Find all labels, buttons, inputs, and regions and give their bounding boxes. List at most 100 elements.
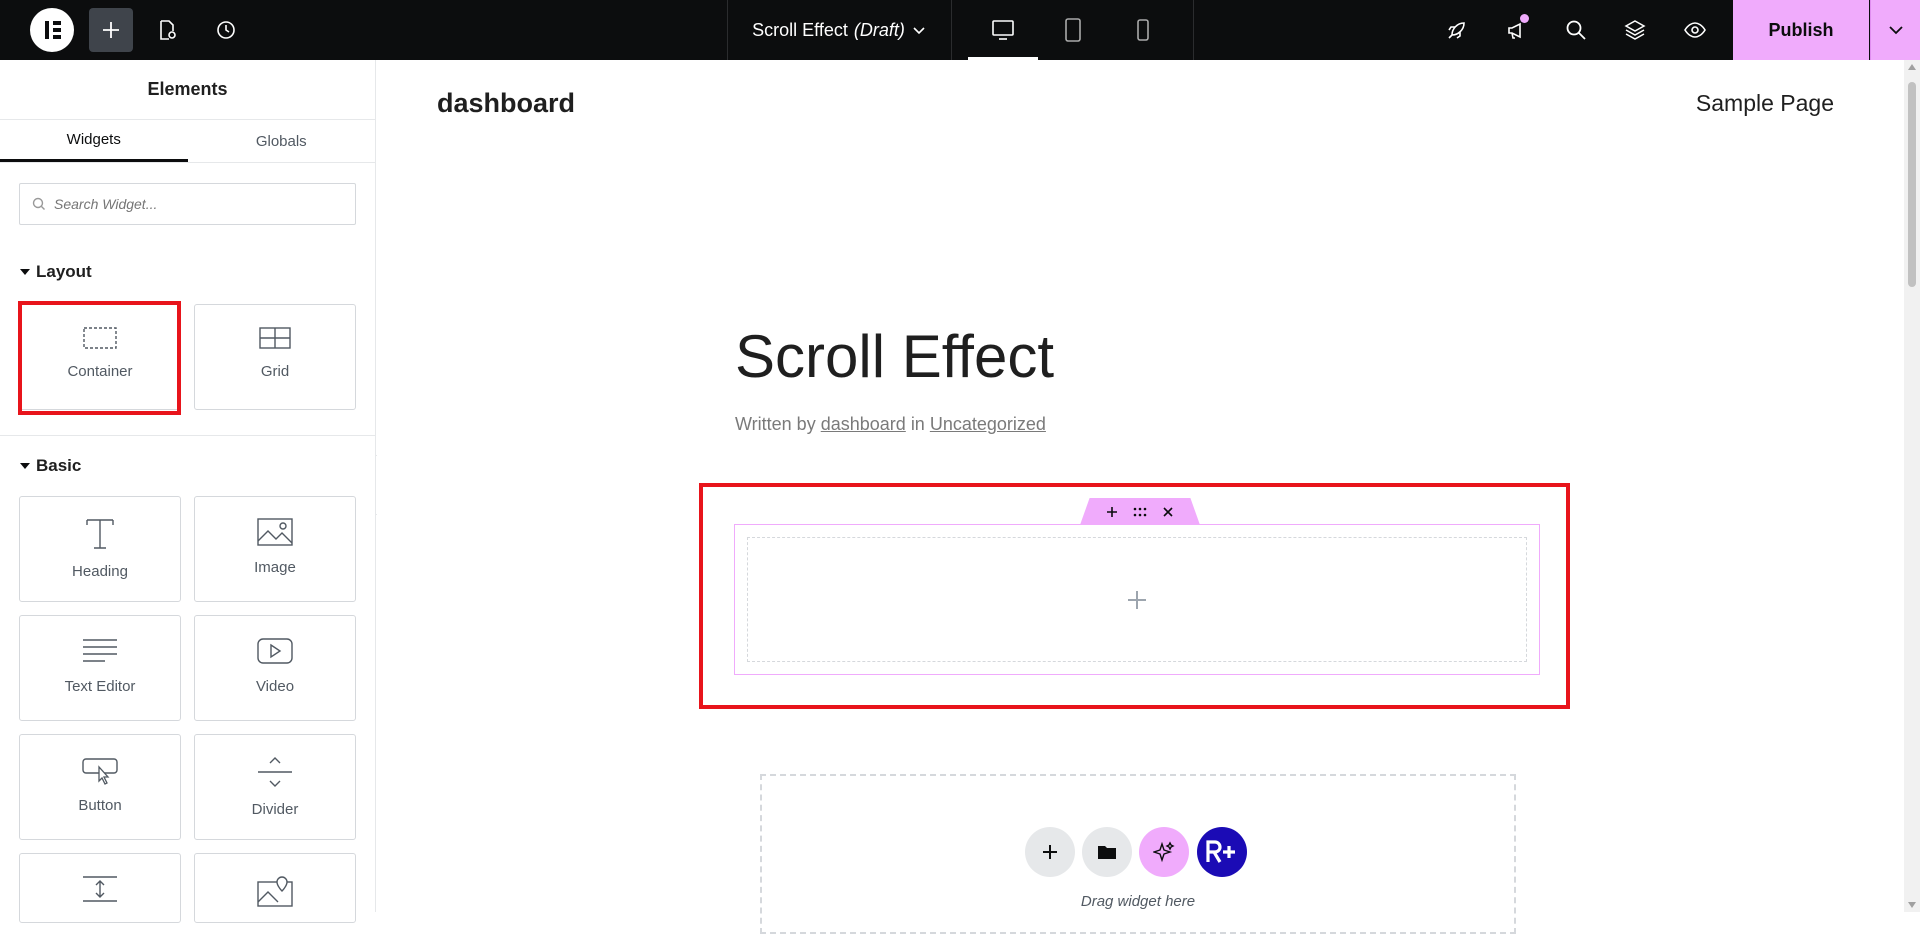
chevron-down-icon: [913, 27, 925, 35]
plus-icon[interactable]: [1126, 589, 1148, 611]
widget-grid[interactable]: Grid: [194, 304, 356, 410]
mobile-device-button[interactable]: [1108, 0, 1178, 60]
section-title: Basic: [36, 456, 82, 475]
page-settings-icon: [160, 20, 176, 40]
eye-icon: [1684, 22, 1706, 38]
desktop-icon: [992, 20, 1014, 40]
publish-options-button[interactable]: [1870, 0, 1920, 60]
elements-panel: Elements Widgets Globals Layout Containe…: [0, 60, 376, 923]
plus-icon: [103, 22, 119, 38]
history-icon: [217, 21, 235, 39]
widget-button[interactable]: Button: [19, 734, 181, 840]
widget-heading[interactable]: Heading: [19, 496, 181, 602]
elementor-logo-icon[interactable]: [30, 8, 74, 52]
widget-search[interactable]: [19, 183, 356, 225]
map-icon: [257, 876, 293, 907]
document-status: (Draft): [853, 19, 905, 40]
section-basic-header[interactable]: Basic: [20, 456, 81, 476]
drag-handle-icon[interactable]: [1132, 507, 1148, 517]
publish-button[interactable]: Publish: [1733, 0, 1869, 60]
widget-text-editor[interactable]: Text Editor: [19, 615, 181, 721]
document-title-dropdown[interactable]: Scroll Effect (Draft): [727, 0, 952, 60]
scroll-up-icon[interactable]: [1908, 64, 1916, 70]
add-section-button[interactable]: [1025, 827, 1075, 877]
category-link[interactable]: Uncategorized: [930, 414, 1046, 434]
widget-label: Text Editor: [64, 678, 136, 695]
post-title: Scroll Effect: [735, 323, 1055, 390]
widget-label: Grid: [260, 363, 290, 380]
close-icon[interactable]: [1162, 506, 1174, 518]
caret-down-icon: [20, 463, 30, 469]
royal-addons-button[interactable]: [1197, 827, 1247, 877]
heading-icon: [86, 519, 114, 549]
add-section-drop-zone[interactable]: [760, 774, 1516, 934]
container-toolbar: [1080, 498, 1200, 525]
empty-container[interactable]: [734, 524, 1540, 675]
panel-tabs: Widgets Globals: [0, 120, 375, 163]
container-highlight: [18, 301, 181, 415]
widget-label: Divider: [251, 801, 299, 818]
desktop-device-button[interactable]: [968, 0, 1038, 60]
folder-icon: [1098, 846, 1116, 859]
widget-google-maps[interactable]: [194, 853, 356, 923]
widget-label: Image: [254, 559, 296, 576]
layers-icon: [1624, 20, 1646, 40]
section-divider: [0, 435, 375, 436]
scroll-down-icon[interactable]: [1908, 902, 1916, 908]
divider-icon: [258, 757, 292, 787]
plus-icon: [1043, 845, 1057, 859]
notification-dot: [1520, 14, 1529, 23]
caret-down-icon: [20, 269, 30, 275]
tab-globals[interactable]: Globals: [188, 120, 376, 162]
post-meta: Written by dashboard in Uncategorized: [735, 414, 1046, 435]
tablet-icon: [1065, 18, 1081, 42]
widget-divider[interactable]: Divider: [194, 734, 356, 840]
author-link[interactable]: dashboard: [821, 414, 906, 434]
chevron-down-icon: [1888, 26, 1903, 35]
document-title: Scroll Effect: [752, 19, 848, 40]
widget-image[interactable]: Image: [194, 496, 356, 602]
grid-icon: [259, 327, 291, 349]
notifications-button[interactable]: [1497, 10, 1537, 50]
add-template-button[interactable]: [1082, 827, 1132, 877]
canvas-scrollbar[interactable]: [1904, 60, 1920, 912]
search-button[interactable]: [1556, 10, 1596, 50]
drop-zone-hint: Drag widget here: [1080, 893, 1196, 910]
page-settings-button[interactable]: [145, 8, 189, 52]
container-drop-area[interactable]: [747, 537, 1527, 662]
site-title[interactable]: dashboard: [437, 88, 575, 119]
widget-label: Button: [78, 797, 122, 814]
section-title: Layout: [36, 262, 92, 281]
panel-title: Elements: [0, 60, 375, 120]
sparkle-icon: [1153, 841, 1175, 863]
tab-widgets[interactable]: Widgets: [0, 120, 188, 162]
page-canvas: dashboard Sample Page Scroll Effect Writ…: [377, 60, 1904, 934]
structure-button[interactable]: [1615, 10, 1655, 50]
widget-label: Video: [255, 678, 295, 695]
launch-button[interactable]: [1437, 10, 1477, 50]
rocket-icon: [1448, 22, 1465, 39]
text-editor-icon: [83, 639, 117, 662]
search-icon: [32, 197, 45, 210]
button-icon: [82, 758, 118, 785]
spacer-icon: [83, 876, 117, 902]
history-button[interactable]: [204, 8, 248, 52]
add-icon[interactable]: [1106, 506, 1118, 518]
video-icon: [257, 638, 293, 664]
mobile-icon: [1137, 19, 1149, 41]
search-input[interactable]: [54, 196, 334, 212]
ai-generate-button[interactable]: [1139, 827, 1189, 877]
scroll-thumb[interactable]: [1908, 82, 1916, 287]
widget-spacer[interactable]: [19, 853, 181, 923]
top-bar: Scroll Effect (Draft) Publish: [0, 0, 1920, 60]
widget-video[interactable]: Video: [194, 615, 356, 721]
device-separator: [1193, 0, 1194, 60]
meta-in: in: [910, 414, 925, 434]
widget-label: Heading: [72, 563, 128, 580]
section-layout-header[interactable]: Layout: [20, 262, 92, 282]
preview-button[interactable]: [1675, 10, 1715, 50]
tablet-device-button[interactable]: [1038, 0, 1108, 60]
royal-addons-logo-icon: [1206, 840, 1235, 863]
nav-link-sample-page[interactable]: Sample Page: [1696, 90, 1834, 117]
add-element-button[interactable]: [89, 8, 133, 52]
